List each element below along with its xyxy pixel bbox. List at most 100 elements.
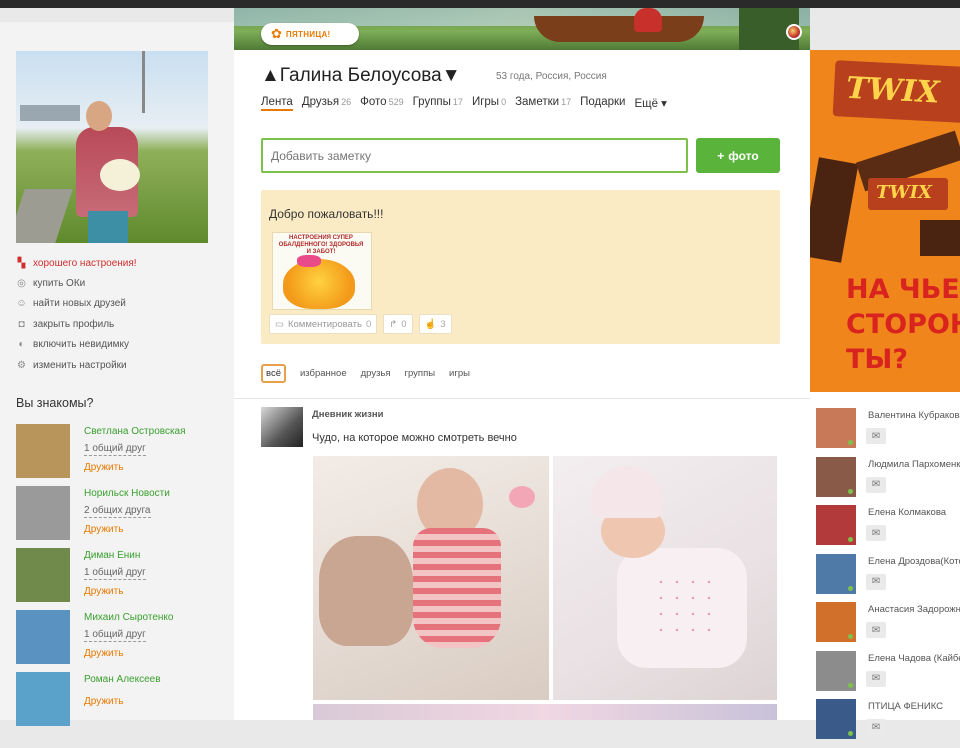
add-friend-link[interactable]: Дружить <box>84 462 123 473</box>
suggested-friend-photo[interactable] <box>16 610 70 664</box>
online-friend-photo[interactable] <box>816 408 856 448</box>
profile-tab[interactable]: Группы 17 <box>413 96 463 111</box>
add-friend-link[interactable]: Дружить <box>84 586 123 597</box>
message-icon[interactable]: ✉ <box>866 476 886 493</box>
online-friend-photo[interactable] <box>816 553 856 594</box>
online-friend-name[interactable]: ПТИЦА ФЕНИКС <box>868 701 943 712</box>
boat-illustration <box>534 16 704 42</box>
post-author[interactable]: Дневник жизни <box>312 409 383 420</box>
add-friend-link[interactable]: Дружить <box>84 524 123 535</box>
online-friend-photo[interactable] <box>816 456 856 497</box>
profile-avatar[interactable] <box>16 51 208 243</box>
online-friend-name[interactable]: Елена Дроздова(Котова) <box>868 556 960 567</box>
online-friend: Людмила Пархоменко ✉ <box>816 456 960 506</box>
menu-item-label: найти новых друзей <box>33 298 126 310</box>
suggested-friend-name[interactable]: Светлана Островская <box>84 426 186 437</box>
add-note-input[interactable] <box>261 138 688 173</box>
tab-count: 17 <box>561 97 572 107</box>
top-frame-strip <box>0 0 960 8</box>
brand-logo-top: TWIX <box>832 60 960 124</box>
menu-item[interactable]: ◐ включить невидимку <box>16 335 226 355</box>
add-photo-button[interactable]: + фото <box>696 138 780 173</box>
message-icon[interactable]: ✉ <box>866 719 886 735</box>
main-content: ▲Галина Белоусова▼ 53 года, Россия, Росс… <box>234 50 810 720</box>
profile-tab[interactable]: Друзья 26 <box>302 96 351 111</box>
message-icon[interactable]: ✉ <box>866 622 886 638</box>
feed-filter[interactable]: избранное <box>300 368 347 379</box>
message-icon[interactable]: ✉ <box>866 525 886 541</box>
suggested-friend-name[interactable]: Диман Енин <box>84 550 140 561</box>
more-photos-strip[interactable] <box>313 704 777 720</box>
profile-name[interactable]: ▲Галина Белоусова▼ <box>261 65 461 87</box>
mutual-friends-link[interactable]: 1 общий друг <box>84 629 146 642</box>
online-friend-photo[interactable] <box>816 699 856 739</box>
profile-tab[interactable]: Подарки <box>580 96 625 111</box>
feed-filter[interactable]: игры <box>449 368 470 379</box>
suggested-friend-name[interactable]: Роман Алексеев <box>84 674 161 685</box>
profile-tab[interactable]: Игры 0 <box>472 96 506 111</box>
online-friend: Елена Колмакова ✉ <box>816 505 960 554</box>
message-icon[interactable]: ✉ <box>866 573 886 590</box>
feed-filter[interactable]: группы <box>405 368 436 379</box>
ad-slogan-line: ТЫ? <box>846 344 909 375</box>
post-photo-2[interactable] <box>553 456 777 700</box>
person-icon: ☺ <box>16 298 27 310</box>
tab-label: Ещё ▾ <box>634 98 667 110</box>
mutual-friends-link[interactable]: 1 общий друг <box>84 443 146 456</box>
online-friend-name[interactable]: Анастасия Задорожная <box>868 604 960 615</box>
feed-filter[interactable]: друзья <box>361 368 391 379</box>
share-button[interactable]: ↱ 0 <box>383 314 413 334</box>
suggested-friend-name[interactable]: Михаил Сыротенко <box>84 612 173 623</box>
online-friend-photo[interactable] <box>816 650 856 691</box>
ad-slogan-line: НА ЧЬЕЙ <box>846 274 960 305</box>
message-icon[interactable]: ✉ <box>866 670 886 687</box>
profile-tab[interactable]: Заметки 17 <box>515 96 571 111</box>
online-friend-name[interactable]: Елена Колмакова <box>868 507 946 518</box>
language-globe-icon[interactable] <box>786 24 802 40</box>
suggested-friend-photo[interactable] <box>16 548 70 602</box>
add-friend-link[interactable]: Дружить <box>84 696 123 707</box>
menu-item[interactable]: ☺ найти новых друзей <box>16 294 226 314</box>
menu-item[interactable]: ⚙ изменить настройки <box>16 355 226 375</box>
profile-tab[interactable]: Фото 529 <box>360 96 403 111</box>
suggested-friend: Роман Алексеев Дружить <box>16 670 226 732</box>
post-author-avatar[interactable] <box>261 407 303 447</box>
add-friend-link[interactable]: Дружить <box>84 648 123 659</box>
tab-label: Подарки <box>580 96 626 108</box>
class-like-button[interactable]: ☝ 3 <box>418 314 452 334</box>
profile-tab[interactable]: Ещё ▾ <box>634 96 667 111</box>
menu-item-label: изменить настройки <box>33 359 127 371</box>
comment-button[interactable]: ▭ Комментировать 0 <box>269 314 378 334</box>
online-status-dot <box>848 488 853 494</box>
online-friend-photo[interactable] <box>816 602 856 642</box>
tab-label: Игры <box>471 96 500 108</box>
online-status-dot <box>848 682 853 688</box>
suggested-friend-photo[interactable] <box>16 486 70 540</box>
welcome-note: Добро пожаловать!!! НАСТРОЕНИЯ СУПЕР ОБА… <box>261 190 780 344</box>
menu-item[interactable]: ◎ купить ОКи <box>16 273 226 293</box>
suggested-friend: Светлана Островская 1 общий друг Дружить <box>16 422 226 484</box>
tab-count: 26 <box>341 97 352 107</box>
online-friend-name[interactable]: Людмила Пархоменко <box>868 459 960 470</box>
online-friend-name[interactable]: Елена Чадова (Кайбелова) <box>868 653 960 664</box>
menu-item[interactable]: ◘ закрыть профиль <box>16 314 226 334</box>
welcome-image[interactable]: НАСТРОЕНИЯ СУПЕР ОБАЛДЕННОГО! ЗДОРОВЬЯ И… <box>272 232 372 310</box>
online-friend: ПТИЦА ФЕНИКС ✉ <box>816 699 960 748</box>
twix-advertisement[interactable]: TWIX TWIX НА ЧЬЕЙ СТОРОН ТЫ? <box>810 50 960 392</box>
holiday-theme-pill[interactable]: ✿ ПЯТНИЦА! <box>261 23 359 45</box>
menu-item[interactable]: ▚ хорошего настроения! <box>16 253 226 273</box>
suggested-friend-name[interactable]: Норильск Новости <box>84 488 170 499</box>
mutual-friends-link[interactable]: 2 общих друга <box>84 505 151 518</box>
post-photo-1[interactable] <box>313 456 549 700</box>
gift-icon: ▚ <box>17 257 26 269</box>
suggested-friend-photo[interactable] <box>16 424 70 478</box>
feed-filter[interactable]: всё <box>261 364 286 383</box>
online-friend-photo[interactable] <box>816 505 856 545</box>
ad-brand-text-small: TWIX <box>876 182 932 203</box>
profile-tab[interactable]: Лента <box>261 96 293 111</box>
online-friend-name[interactable]: Валентина Кубракова <box>868 410 960 421</box>
message-icon[interactable]: ✉ <box>866 428 886 444</box>
mutual-friends-link[interactable]: 1 общий друг <box>84 567 146 580</box>
share-icon: ↱ <box>389 318 398 330</box>
suggested-friend-photo[interactable] <box>16 672 70 726</box>
